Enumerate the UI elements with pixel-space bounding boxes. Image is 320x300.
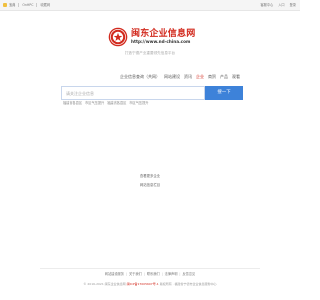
footer-link[interactable]: 关于我们 [129, 272, 142, 277]
site-logo[interactable]: 闽东企业信息网 http://www.nd-china.com [108, 26, 195, 48]
divider [18, 3, 20, 7]
separator: | [143, 272, 145, 276]
topbar-link-3[interactable]: 收藏网 [40, 2, 50, 8]
tab-trade[interactable]: 商贸 [208, 74, 216, 80]
footer-link[interactable]: 网站建设服务 [105, 272, 124, 277]
logo-text: 闽东企业信息网 http://www.nd-china.com [131, 29, 195, 45]
footer-link[interactable]: 法律声明 [165, 272, 178, 277]
hot-keywords: 福建省各县区 市区气压提升 福建省各县区 市区气压提升 [63, 101, 149, 106]
divider [36, 3, 38, 7]
hot-keyword[interactable]: 福建省各县区 [107, 101, 126, 106]
slogan: 打造宁德产业重要领先信息平台 [124, 51, 176, 55]
logo-url: http://www.nd-china.com [131, 39, 191, 44]
footer-link[interactable]: 反馈意见 [182, 272, 195, 277]
tab-website-building[interactable]: 网站建设 [164, 74, 180, 80]
hot-keyword[interactable]: 福建省各县区 [63, 101, 82, 106]
copyright-suffix: 版权所有 · 福建省宁德市企业信息服务中心 [159, 282, 217, 286]
tab-company[interactable]: 企业 [196, 74, 204, 80]
tab-products[interactable]: 产品 [220, 74, 228, 80]
more-companies-link[interactable]: 查看更多企业 [0, 174, 300, 179]
search-input[interactable] [61, 86, 205, 100]
icp-number[interactable]: 闽ICP备17005607号-1 [127, 282, 159, 286]
topbar-link-2[interactable]: OnHPC [22, 2, 33, 8]
topbar-right-link-1[interactable]: 客服中心 [261, 2, 274, 8]
copyright: © 2016-2021 闽东企业信息网 闽ICP备17005607号-1 版权所… [0, 282, 300, 287]
tab-news[interactable]: 资讯 [184, 74, 192, 80]
search-category-tabs: 企业信息查询（共网） 网站建设 资讯 企业 商贸 产品 观看 [120, 74, 240, 80]
footer-links: 网站建设服务 | 关于我们 | 联系我们 | 法律声明 | 反馈意见 [0, 272, 300, 277]
search-button[interactable]: 搜一下 [205, 86, 243, 100]
tab-company-query[interactable]: 企业信息查询（共网） [120, 74, 160, 80]
separator: | [161, 272, 163, 276]
top-bar-right: 客服中心 入口 登录 [261, 2, 297, 8]
top-bar: 宝典 OnHPC 收藏网 客服中心 入口 登录 [0, 0, 300, 11]
separator: | [179, 272, 181, 276]
logo-title: 闽东企业信息网 [131, 29, 196, 39]
star-icon [3, 3, 7, 7]
tab-watch[interactable]: 观看 [232, 74, 240, 80]
top-bar-left: 宝典 OnHPC 收藏网 [3, 2, 50, 8]
separator: | [125, 272, 127, 276]
topbar-right-link-3[interactable]: 登录 [290, 2, 296, 8]
topbar-link-1[interactable]: 宝典 [9, 2, 15, 8]
topbar-right-link-2[interactable]: 入口 [278, 2, 284, 8]
hot-keyword[interactable]: 市区气压提升 [85, 101, 104, 106]
footer-divider [40, 268, 260, 269]
copyright-prefix: © 2016-2021 闽东企业信息网 [83, 282, 126, 286]
site-info-link[interactable]: 网站信息栏目 [0, 183, 300, 188]
footer-link[interactable]: 联系我们 [147, 272, 160, 277]
hot-keyword[interactable]: 市区气压提升 [129, 101, 148, 106]
seal-logo-icon [108, 27, 128, 47]
